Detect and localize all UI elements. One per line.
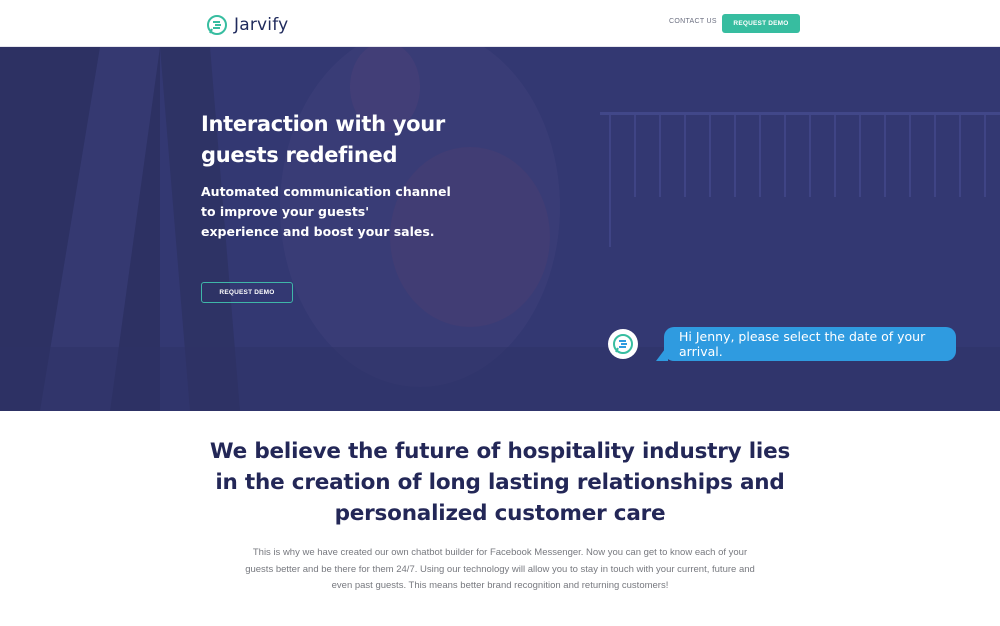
chat-bot-avatar-icon xyxy=(613,334,633,354)
site-header: Jarvify CONTACT US REQUEST DEMO xyxy=(0,0,1000,47)
hero-banner: Interaction with your guests redefined A… xyxy=(0,47,1000,411)
hero-title: Interaction with your guests redefined xyxy=(201,112,445,167)
chat-bot-avatar xyxy=(608,329,638,359)
section-description: This is why we have created our own chat… xyxy=(245,547,755,591)
hero-request-demo-button[interactable]: REQUEST DEMO xyxy=(201,282,293,303)
chat-bubble-logo-icon xyxy=(207,15,227,35)
chat-message-text: Hi Jenny, please select the date of your… xyxy=(679,329,926,359)
nav-contact-link[interactable]: CONTACT US xyxy=(669,18,717,25)
chat-message-bubble: Hi Jenny, please select the date of your… xyxy=(664,327,956,361)
brand-name: Jarvify xyxy=(234,15,289,35)
hero-subtitle: Automated communication channel to impro… xyxy=(201,184,451,239)
brand-logo[interactable]: Jarvify xyxy=(206,13,288,37)
header-request-demo-button[interactable]: REQUEST DEMO xyxy=(722,14,800,33)
section-heading: We believe the future of hospitality ind… xyxy=(209,439,791,526)
